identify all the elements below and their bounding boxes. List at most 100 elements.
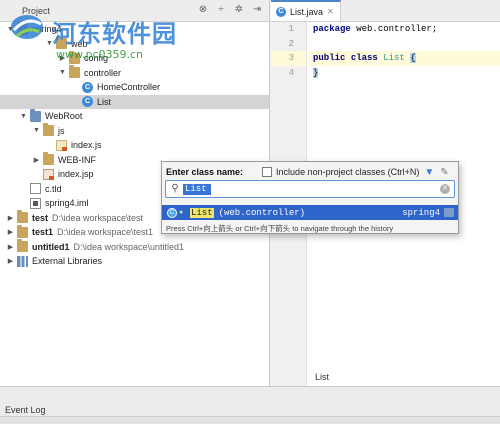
project-panel-header: Project ⊗ ÷ ✲ ⇥ — [0, 0, 269, 22]
line-number: 1 — [288, 24, 294, 34]
module-icon — [17, 239, 28, 253]
collapse-arrow-icon[interactable]: ▶ — [6, 213, 15, 222]
tree-item-label: js — [58, 125, 65, 136]
jsp-file-icon — [43, 168, 54, 180]
tree-item[interactable]: ▼ WebRoot — [0, 108, 269, 124]
tree-item-label: web — [71, 38, 88, 49]
tree-item[interactable]: ▶ External Libraries — [0, 254, 269, 269]
arrow-spacer — [45, 141, 54, 150]
tree-item-label: controller — [84, 67, 122, 78]
code-text: web.controller; — [350, 24, 438, 34]
class-icon: C — [167, 207, 177, 218]
expand-arrow-icon[interactable]: ▼ — [45, 39, 54, 48]
result-module: spring4 — [402, 207, 440, 218]
include-non-project-checkbox[interactable] — [262, 167, 273, 177]
bottom-toolbar: Event Log — [0, 386, 500, 424]
js-file-icon — [56, 139, 67, 151]
tree-item-label: spring4 — [32, 24, 62, 35]
sync-icon[interactable]: ⊗ — [197, 4, 209, 16]
module-folder-icon — [444, 208, 454, 217]
tree-item[interactable]: ▶ config — [0, 50, 269, 66]
goto-class-popup: Enter class name: Include non-project cl… — [161, 161, 459, 234]
web-folder-icon — [30, 108, 41, 122]
pin-icon[interactable]: ✎ — [440, 167, 448, 178]
collapse-arrow-icon[interactable]: ▶ — [6, 242, 15, 251]
tree-item[interactable]: ▼ web — [0, 36, 269, 52]
line-number: 2 — [288, 38, 294, 49]
tree-item-label: spring4.iml — [45, 198, 89, 209]
collapse-arrow-icon[interactable]: ▶ — [6, 257, 15, 266]
keyword: class — [350, 53, 378, 63]
tree-item-label: test — [32, 212, 49, 223]
tree-item-path: D:\idea workspace\test — [52, 212, 144, 223]
tree-item[interactable]: ▼ js — [0, 123, 269, 139]
arrow-spacer — [19, 184, 28, 193]
tree-item-label: WebRoot — [45, 111, 83, 122]
module-icon — [17, 224, 28, 238]
expand-arrow-icon[interactable]: ▼ — [6, 25, 15, 34]
tree-item-label: HomeController — [97, 82, 161, 93]
result-class-name: List — [190, 207, 214, 218]
filter-icon[interactable]: ▼ — [424, 167, 434, 178]
expand-arrow-icon[interactable]: ▼ — [58, 68, 67, 77]
tree-item-label: index.jsp — [58, 169, 94, 180]
popup-title: Enter class name: — [166, 167, 244, 177]
tree-item-label: WEB-INF — [58, 154, 96, 165]
hide-panel-icon[interactable]: ⇥ — [251, 4, 263, 16]
brace: } — [313, 67, 319, 78]
tree-item[interactable]: ▼ spring4 — [0, 21, 269, 37]
editor-tab-bar: C List.java ✕ — [271, 0, 500, 22]
brace: { — [410, 53, 416, 63]
class-icon: C — [82, 81, 93, 93]
arrow-spacer — [32, 170, 41, 179]
editor-breadcrumb: List — [315, 372, 330, 382]
code-area[interactable]: package web.controller; public class Lis… — [309, 22, 500, 80]
clear-icon[interactable]: ✕ — [440, 184, 450, 194]
search-icon: ⚲ — [171, 183, 179, 194]
package-icon — [56, 36, 67, 50]
class-search-input[interactable] — [183, 183, 211, 195]
folder-icon — [43, 123, 54, 137]
tree-item-label: index.js — [71, 140, 102, 151]
split-icon[interactable]: ÷ — [215, 4, 227, 16]
result-item[interactable]: C ● List (web.controller) spring4 — [162, 205, 458, 220]
keyword: public — [313, 53, 346, 63]
tree-item[interactable]: C List — [0, 94, 269, 109]
close-icon[interactable]: ✕ — [327, 7, 334, 16]
tree-item-label: External Libraries — [32, 256, 103, 267]
expand-arrow-icon[interactable]: ▼ — [32, 126, 41, 135]
module-icon — [17, 210, 28, 224]
tree-item[interactable]: index.js — [0, 138, 269, 153]
collapse-arrow-icon[interactable]: ▶ — [32, 155, 41, 164]
tree-item[interactable]: C HomeController — [0, 80, 269, 95]
class-search-box[interactable]: ⚲ ✕ — [165, 180, 455, 198]
tld-file-icon — [30, 183, 41, 195]
code-line: } — [309, 66, 500, 81]
arrow-spacer — [19, 199, 28, 208]
tree-item-path: D:\idea workspace\test1 — [57, 227, 154, 238]
tree-item[interactable]: ▼ controller — [0, 65, 269, 81]
gear-icon[interactable]: ✲ — [233, 4, 245, 16]
iml-file-icon — [30, 197, 41, 209]
tree-item-path: D:\idea workspace\untitled1 — [73, 241, 185, 252]
popup-header: Enter class name: Include non-project cl… — [166, 165, 456, 179]
collapse-arrow-icon[interactable]: ▶ — [6, 228, 15, 237]
event-log-button[interactable]: Event Log — [5, 405, 46, 415]
tree-item-label: untitled1 — [32, 241, 70, 252]
tree-item-label: List — [97, 96, 112, 107]
tree-item-label: c.tld — [45, 183, 62, 194]
checkbox-label[interactable]: Include non-project classes (Ctrl+N) — [276, 167, 419, 177]
package-icon — [69, 50, 80, 64]
visibility-icon: ● — [179, 208, 184, 216]
status-bar — [0, 416, 500, 424]
expand-arrow-icon[interactable]: ▼ — [19, 112, 28, 121]
class-icon: C — [82, 96, 93, 108]
collapse-arrow-icon[interactable]: ▶ — [58, 54, 67, 63]
tree-item-label: config — [84, 53, 109, 64]
tab-list-java[interactable]: C List.java ✕ — [271, 0, 341, 21]
arrow-spacer — [71, 83, 80, 92]
class-name: List — [383, 53, 405, 63]
tree-item[interactable]: ▶ untitled1 D:\idea workspace\untitled1 — [0, 239, 269, 255]
project-panel-title[interactable]: Project — [22, 6, 50, 16]
